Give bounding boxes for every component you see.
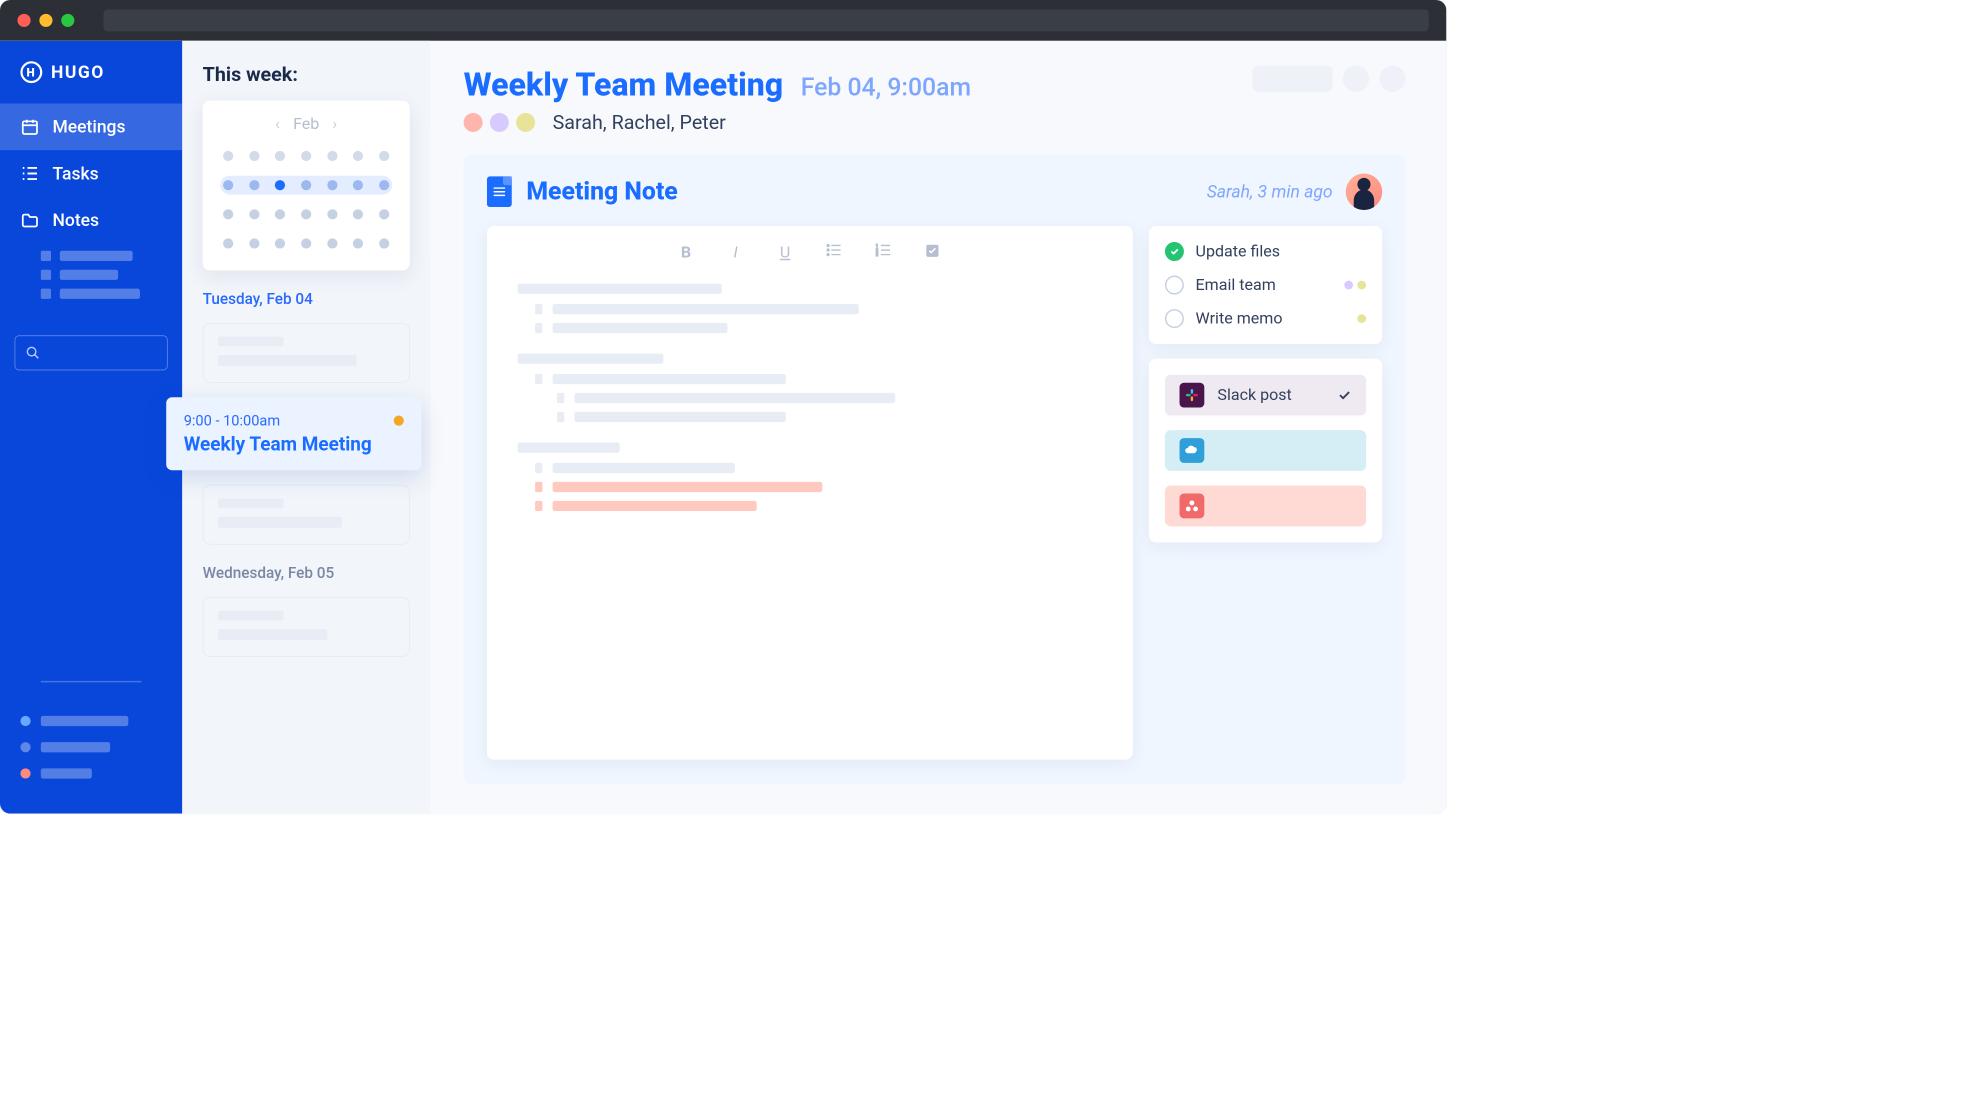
header-actions <box>1252 66 1405 92</box>
brand: H HUGO <box>0 61 182 103</box>
numbered-list-button[interactable]: 123 <box>876 243 893 261</box>
task-label: Update files <box>1196 242 1367 260</box>
calendar-week-row[interactable] <box>220 147 392 166</box>
brand-name: HUGO <box>51 62 105 82</box>
author-avatar[interactable] <box>1346 174 1382 210</box>
day-label-wednesday: Wednesday, Feb 05 <box>203 565 410 582</box>
calendar-icon <box>20 117 39 136</box>
close-window-button[interactable] <box>17 14 30 27</box>
header-action-icon-button[interactable] <box>1379 66 1405 92</box>
sidebar-lower-item[interactable] <box>20 742 161 752</box>
underline-button[interactable]: U <box>776 243 793 261</box>
integration-asana[interactable] <box>1165 486 1366 527</box>
task-checkbox-done-icon[interactable] <box>1165 242 1184 261</box>
check-icon <box>1337 388 1352 403</box>
event-badge-icon <box>394 416 404 426</box>
page-title: Weekly Team Meeting <box>464 66 784 104</box>
sub-item[interactable] <box>41 289 162 299</box>
checklist-button[interactable] <box>925 243 942 261</box>
integration-salesforce[interactable] <box>1165 430 1366 471</box>
calendar-week-row[interactable] <box>220 234 392 253</box>
search-input[interactable] <box>15 335 168 370</box>
integrations-card: Slack post <box>1149 359 1382 543</box>
attendee-avatar[interactable] <box>490 113 509 132</box>
attendee-avatar[interactable] <box>516 113 535 132</box>
attendee-avatar[interactable] <box>464 113 483 132</box>
day-label-tuesday: Tuesday, Feb 04 <box>203 291 410 308</box>
note-meta: Sarah, 3 min ago <box>1207 182 1333 202</box>
svg-text:3: 3 <box>876 253 879 257</box>
week-panel: This week: ‹ Feb › <box>182 41 430 814</box>
event-time: 9:00 - 10:00am <box>184 412 280 429</box>
search-icon <box>26 346 41 361</box>
event-title: Weekly Team Meeting <box>184 434 404 456</box>
slack-icon <box>1180 383 1205 408</box>
event-card-placeholder[interactable] <box>203 597 410 657</box>
sidebar-lower-item[interactable] <box>20 716 161 726</box>
nav-label: Notes <box>52 210 99 230</box>
task-checkbox-icon[interactable] <box>1165 276 1184 295</box>
document-icon <box>487 176 512 207</box>
bullet-list-button[interactable] <box>826 243 843 261</box>
traffic-lights <box>17 14 74 27</box>
week-heading: This week: <box>203 63 410 86</box>
note-heading: Meeting Note <box>526 177 677 206</box>
task-row[interactable]: Write memo <box>1165 309 1366 328</box>
sub-item[interactable] <box>41 270 162 280</box>
notes-subitems <box>0 243 182 313</box>
mini-calendar: ‹ Feb › <box>203 101 410 271</box>
nav-label: Tasks <box>52 163 98 183</box>
sidebar: H HUGO Meetings Tasks Notes <box>0 41 182 814</box>
meeting-note-card: Meeting Note Sarah, 3 min ago B I U <box>464 155 1406 785</box>
page-datetime: Feb 04, 9:00am <box>801 73 971 102</box>
prev-month-button[interactable]: ‹ <box>275 115 280 133</box>
tasks-card: Update files Email team Write memo <box>1149 226 1382 344</box>
task-label: Write memo <box>1196 309 1346 327</box>
note-editor[interactable]: B I U 123 <box>487 226 1133 760</box>
calendar-week-row-current[interactable] <box>220 176 392 195</box>
main-content: Weekly Team Meeting Feb 04, 9:00am Sarah… <box>430 41 1446 814</box>
nav-label: Meetings <box>52 117 125 137</box>
maximize-window-button[interactable] <box>61 14 74 27</box>
event-card-selected[interactable]: 9:00 - 10:00am Weekly Team Meeting <box>166 397 421 470</box>
sidebar-lower-item[interactable] <box>20 768 161 778</box>
task-row[interactable]: Email team <box>1165 276 1366 295</box>
integration-label: Slack post <box>1217 386 1291 404</box>
list-icon <box>20 164 39 183</box>
italic-button[interactable]: I <box>727 243 744 261</box>
url-bar[interactable] <box>104 9 1429 31</box>
nav-notes[interactable]: Notes <box>0 197 182 244</box>
brand-logo-icon: H <box>20 61 42 83</box>
calendar-month-label: Feb <box>293 115 319 133</box>
event-card-placeholder[interactable] <box>203 323 410 383</box>
header-action-icon-button[interactable] <box>1343 66 1369 92</box>
minimize-window-button[interactable] <box>39 14 52 27</box>
event-card-placeholder[interactable] <box>203 485 410 545</box>
sub-item[interactable] <box>41 251 162 261</box>
asana-icon <box>1180 494 1205 519</box>
nav-meetings[interactable]: Meetings <box>0 104 182 151</box>
folder-icon <box>20 211 39 230</box>
nav-tasks[interactable]: Tasks <box>0 150 182 197</box>
integration-slack[interactable]: Slack post <box>1165 375 1366 416</box>
calendar-week-row[interactable] <box>220 205 392 224</box>
sidebar-divider <box>41 681 142 682</box>
task-label: Email team <box>1196 276 1333 294</box>
window-titlebar <box>0 0 1446 41</box>
next-month-button[interactable]: › <box>332 115 337 133</box>
salesforce-icon <box>1180 438 1205 463</box>
bold-button[interactable]: B <box>677 243 694 261</box>
editor-toolbar: B I U 123 <box>518 243 1103 261</box>
task-row[interactable]: Update files <box>1165 242 1366 261</box>
attendees-names: Sarah, Rachel, Peter <box>553 111 726 134</box>
task-checkbox-icon[interactable] <box>1165 309 1184 328</box>
header-action-button[interactable] <box>1252 66 1332 92</box>
attendees-row: Sarah, Rachel, Peter <box>464 111 1406 134</box>
